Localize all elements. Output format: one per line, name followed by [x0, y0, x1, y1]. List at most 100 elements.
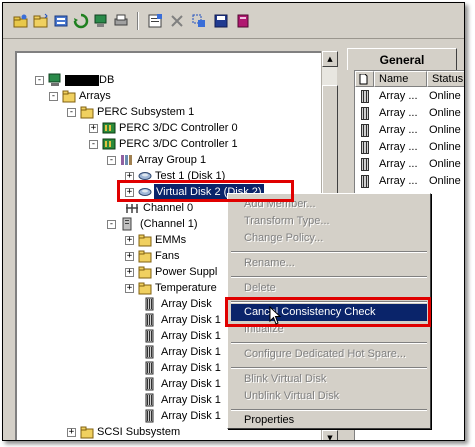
folder-icon[interactable]	[33, 13, 49, 29]
menu-item-unblink[interactable]: Unblink Virtual Disk	[231, 388, 427, 405]
array-disk-icon	[145, 361, 154, 375]
virtual-disk-icon	[138, 172, 152, 180]
array-disk-icon	[361, 90, 369, 103]
expand-toggle[interactable]: +	[125, 252, 134, 261]
redacted-name	[65, 75, 99, 86]
row-name: Array ...	[379, 175, 418, 187]
menu-separator	[231, 409, 427, 411]
array-disk-icon	[145, 377, 154, 391]
menu-item-add-member[interactable]: Add Member...	[231, 196, 427, 213]
mouse-cursor-icon	[269, 306, 282, 325]
column-header-icon[interactable]	[355, 71, 374, 87]
menu-item-properties[interactable]: Properties	[231, 412, 427, 429]
help-book-icon[interactable]	[235, 13, 251, 29]
menu-item-delete[interactable]: Delete	[231, 280, 427, 297]
tab-general[interactable]: General	[347, 48, 457, 70]
folder-icon	[138, 282, 152, 295]
application-window: - DB - Arrays - PERC Subsystem 1 + PERC …	[2, 2, 465, 441]
print-icon[interactable]	[113, 13, 129, 29]
tree-node-label: Test 1 (Disk 1)	[155, 170, 226, 182]
menu-separator	[231, 342, 427, 344]
computer-icon	[48, 73, 61, 86]
open-icon[interactable]	[13, 13, 29, 29]
collapse-toggle[interactable]: -	[49, 92, 58, 101]
tree-node-label: PERC 3/DC Controller 1	[119, 138, 238, 150]
scroll-up-button[interactable]: ▲	[322, 51, 338, 67]
refresh-icon[interactable]	[73, 13, 89, 29]
row-status: Online	[429, 158, 461, 170]
save-icon[interactable]	[213, 13, 229, 29]
column-header-name[interactable]: Name	[374, 71, 427, 87]
toolbar	[3, 3, 464, 39]
menu-item-change-policy[interactable]: Change Policy...	[231, 230, 427, 247]
scroll-down-button[interactable]: ▼	[322, 430, 338, 440]
folder-icon	[138, 234, 152, 247]
row-name: Array ...	[379, 107, 418, 119]
tree-node-label: EMMs	[155, 234, 187, 246]
table-row[interactable]: Array ... Online	[355, 156, 464, 173]
expand-toggle[interactable]: +	[125, 236, 134, 245]
menu-item-transform-type[interactable]: Transform Type...	[231, 213, 427, 230]
collapse-toggle[interactable]: -	[35, 76, 44, 85]
array-disk-icon	[145, 297, 154, 311]
menu-separator	[231, 276, 427, 278]
collapse-toggle[interactable]: -	[67, 108, 76, 117]
row-status: Online	[429, 107, 461, 119]
array-disk-icon	[361, 175, 369, 188]
expand-toggle[interactable]: +	[125, 284, 134, 293]
table-row[interactable]: Array ... Online	[355, 122, 464, 139]
tree-node-label: PERC Subsystem 1	[97, 106, 195, 118]
scan-icon[interactable]	[53, 13, 69, 29]
array-disk-icon	[145, 345, 154, 359]
expand-toggle[interactable]: +	[125, 172, 134, 181]
select-icon[interactable]	[191, 13, 207, 29]
tree-node-label: PERC 3/DC Controller 0	[119, 122, 238, 134]
array-disk-icon	[145, 409, 154, 423]
tree-node-label: Array Disk 1	[161, 378, 221, 390]
collapse-toggle[interactable]: -	[89, 140, 98, 149]
expand-toggle[interactable]: +	[67, 428, 76, 437]
expand-toggle[interactable]: +	[125, 188, 134, 197]
table-row[interactable]: Array ... Online	[355, 105, 464, 122]
column-header-status[interactable]: Status	[427, 71, 464, 87]
menu-separator	[231, 251, 427, 253]
array-group-icon	[121, 155, 132, 165]
tree-node-label: Array Disk 1	[161, 394, 221, 406]
virtual-disk-icon	[138, 188, 152, 196]
expand-toggle[interactable]: +	[89, 124, 98, 133]
row-name: Array ...	[379, 90, 418, 102]
menu-item-configure-hot-spare[interactable]: Configure Dedicated Hot Spare...	[231, 346, 427, 363]
tree-node-label: Fans	[155, 250, 180, 262]
menu-item-initialize[interactable]: Initialize	[231, 321, 427, 338]
tree-node-label: Array Disk 1	[161, 362, 221, 374]
folder-icon	[62, 90, 76, 103]
row-status: Online	[429, 175, 461, 187]
controller-icon	[102, 138, 116, 150]
table-row[interactable]: Array ... Online	[355, 88, 464, 105]
properties-icon[interactable]	[147, 13, 163, 29]
enclosure-icon	[122, 217, 132, 231]
computer-icon[interactable]	[93, 13, 109, 29]
channel-icon	[126, 204, 138, 213]
tree-node-label: Arrays	[79, 90, 111, 102]
array-disk-icon	[361, 107, 369, 120]
menu-separator	[231, 367, 427, 369]
folder-icon	[138, 266, 152, 279]
array-disk-icon	[361, 124, 369, 137]
table-row[interactable]: Array ... Online	[355, 139, 464, 156]
expand-toggle[interactable]: +	[125, 268, 134, 277]
row-name: Array ...	[379, 141, 418, 153]
table-row[interactable]: Array ... Online	[355, 173, 464, 190]
context-menu: Add Member... Transform Type... Change P…	[227, 193, 431, 429]
menu-item-blink[interactable]: Blink Virtual Disk	[231, 371, 427, 388]
array-disk-icon	[145, 329, 154, 343]
collapse-toggle[interactable]: -	[107, 220, 116, 229]
menu-item-rename[interactable]: Rename...	[231, 255, 427, 272]
menu-separator	[231, 301, 427, 303]
menu-item-cancel-consistency-check[interactable]: Cancel Consistency Check	[231, 304, 427, 321]
controller-icon	[102, 122, 116, 134]
collapse-toggle[interactable]: -	[107, 156, 116, 165]
folder-icon	[80, 106, 94, 119]
delete-icon[interactable]	[169, 13, 185, 29]
document-icon	[359, 74, 368, 85]
